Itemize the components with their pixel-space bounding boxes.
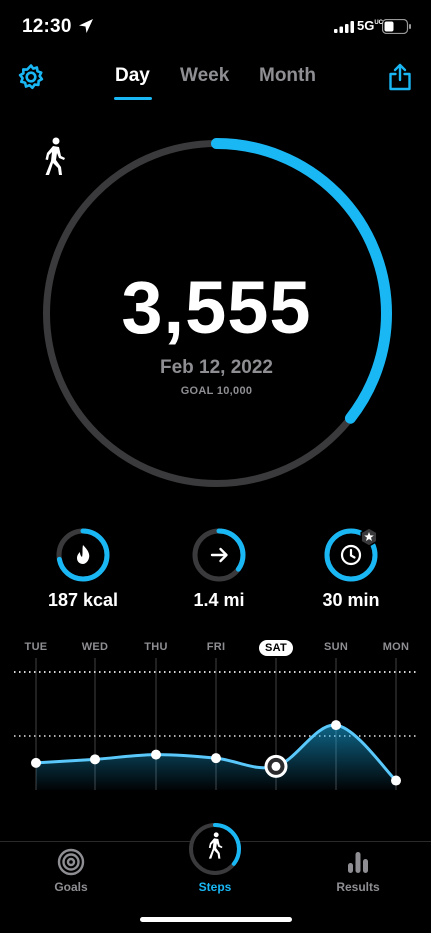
signal-icon (334, 21, 354, 33)
status-time: 12:30 (22, 16, 72, 37)
top-nav: Day Week Month (0, 54, 431, 110)
tab-results-label: Results (336, 880, 380, 894)
active-time-value: 30 min (322, 590, 380, 610)
chart-graphic (14, 658, 417, 790)
point-mon (391, 775, 401, 786)
day-label-mon[interactable]: MON (376, 641, 416, 653)
goal-label: GOAL 10,000 (180, 385, 253, 397)
calories-value: 187 kcal (47, 590, 119, 610)
tab-steps-label: Steps (198, 880, 232, 894)
selected-point-center (271, 761, 281, 771)
network-label: 5GUC (357, 18, 384, 33)
day-label-wed[interactable]: WED (75, 641, 115, 653)
status-bar: 12:30 5GUC (0, 0, 431, 54)
point-thu (151, 749, 161, 760)
tab-month[interactable]: Month (259, 65, 316, 87)
location-arrow-icon (79, 19, 93, 33)
day-label-sat[interactable]: SAT (259, 640, 293, 656)
tab-day[interactable]: Day (115, 65, 150, 87)
tab-steps[interactable]: Steps (155, 822, 275, 897)
home-indicator (140, 917, 292, 922)
weekly-steps-chart[interactable]: TUE WED THU FRI SAT SUN MON (0, 632, 431, 792)
distance-metric[interactable]: 1.4 mi (164, 527, 274, 617)
active-tab-indicator (114, 97, 152, 100)
calories-ring (56, 528, 110, 582)
steps-count: 3,555 (121, 266, 312, 349)
point-sun (331, 720, 341, 731)
day-label-sun[interactable]: SUN (316, 641, 356, 653)
day-label-fri[interactable]: FRI (196, 641, 236, 653)
steps-tab-ring (189, 823, 241, 875)
point-fri (211, 753, 221, 764)
date-label: Feb 12, 2022 (159, 357, 274, 378)
day-label-tue[interactable]: TUE (16, 641, 56, 653)
target-icon (57, 848, 85, 876)
distance-value: 1.4 mi (193, 590, 245, 610)
tab-goals[interactable]: Goals (11, 842, 131, 902)
calories-metric[interactable]: 187 kcal (28, 527, 138, 617)
tab-results[interactable]: Results (298, 842, 418, 902)
walker-icon (45, 137, 65, 175)
distance-ring (192, 528, 246, 582)
active-time-metric[interactable]: 30 min (296, 527, 406, 617)
arrow-right-icon (210, 547, 228, 563)
star-icon (360, 527, 378, 547)
tab-week[interactable]: Week (180, 65, 229, 87)
bar-chart-icon (348, 852, 368, 873)
point-wed (90, 754, 100, 765)
period-tabs: Day Week Month (0, 54, 431, 110)
day-label-thu[interactable]: THU (136, 641, 176, 653)
flame-icon (77, 545, 90, 564)
point-tue (31, 757, 41, 768)
clock-icon (340, 544, 362, 566)
steps-progress-ring[interactable]: 3,555 Feb 12, 2022 GOAL 10,000 (40, 137, 393, 490)
share-icon[interactable] (387, 62, 413, 92)
tab-goals-label: Goals (54, 880, 88, 894)
battery-icon (382, 19, 411, 34)
